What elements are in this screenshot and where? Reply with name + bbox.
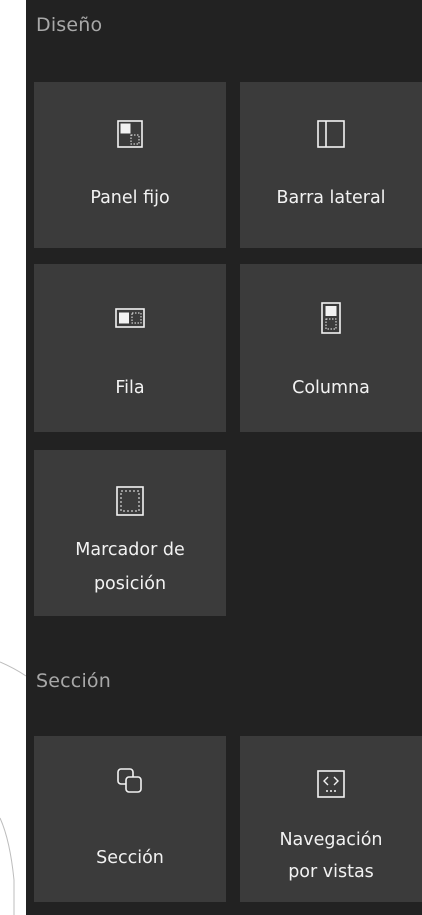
- components-panel: Diseño Panel fijo Barra lateral Fila Col…: [26, 0, 422, 915]
- sidebar-label: Barra lateral: [276, 188, 386, 208]
- placeholder-tile[interactable]: Marcador de posición: [34, 450, 226, 616]
- column-label: Columna: [292, 378, 370, 398]
- fixed-panel-icon: [117, 120, 143, 148]
- decorative-curve: [0, 661, 26, 915]
- fixed-panel-label: Panel fijo: [90, 188, 170, 208]
- view-navigation-tile[interactable]: Navegación por vistas: [240, 736, 422, 902]
- placeholder-label-line1: Marcador de: [75, 540, 185, 560]
- placeholder-icon: [116, 486, 144, 516]
- placeholder-label-line2: posición: [93, 574, 167, 594]
- column-icon: [321, 302, 341, 334]
- section-section-title: Sección: [36, 670, 111, 692]
- view-navigation-icon: [317, 770, 345, 798]
- section-label: Sección: [96, 848, 164, 868]
- section-tile[interactable]: Sección: [34, 736, 226, 902]
- row-label: Fila: [115, 378, 145, 398]
- row-icon: [115, 308, 145, 328]
- fixed-panel-tile[interactable]: Panel fijo: [34, 82, 226, 248]
- column-tile[interactable]: Columna: [240, 264, 422, 432]
- sidebar-icon: [317, 120, 345, 148]
- layout-section-title: Diseño: [36, 14, 103, 36]
- view-navigation-label-line2: por vistas: [288, 862, 374, 882]
- view-navigation-label-line1: Navegación: [279, 830, 383, 850]
- row-tile[interactable]: Fila: [34, 264, 226, 432]
- sidebar-tile[interactable]: Barra lateral: [240, 82, 422, 248]
- section-icon: [117, 768, 143, 794]
